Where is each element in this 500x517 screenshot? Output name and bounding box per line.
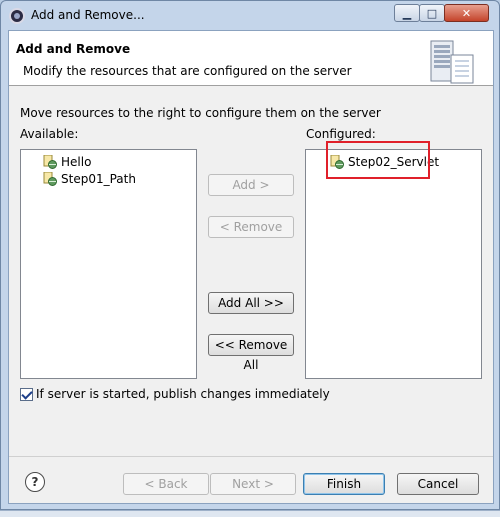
- web-module-icon: [43, 154, 57, 169]
- list-item[interactable]: Step01_Path: [43, 170, 136, 187]
- dialog-client-area: Add and Remove Modify the resources that…: [8, 30, 494, 504]
- annotation-highlight-box: [326, 141, 430, 179]
- available-item-label: Step01_Path: [61, 171, 136, 186]
- finish-button[interactable]: Finish: [303, 473, 385, 495]
- configured-list[interactable]: Step02_Servlet: [305, 149, 482, 379]
- minimize-button[interactable]: ▁: [394, 4, 420, 22]
- instruction-text: Move resources to the right to configure…: [20, 106, 381, 120]
- footer-separator: [9, 456, 493, 457]
- publish-checkbox-label: If server is started, publish changes im…: [36, 387, 330, 401]
- web-module-icon: [43, 171, 57, 186]
- minimize-icon: ▁: [402, 6, 412, 20]
- available-list[interactable]: Hello Step01_Path: [20, 149, 197, 379]
- list-item[interactable]: Hello: [43, 153, 91, 170]
- configured-label: Configured:: [306, 127, 376, 141]
- close-icon: ✕: [461, 6, 472, 20]
- window-title: Add and Remove...: [31, 8, 145, 22]
- server-wizard-icon: [430, 40, 474, 84]
- background-workbench-strip: [0, 510, 500, 517]
- maximize-button[interactable]: □: [419, 4, 445, 22]
- publish-checkbox[interactable]: [20, 387, 33, 401]
- remove-all-button[interactable]: << Remove All: [208, 334, 294, 372]
- close-button[interactable]: ✕: [444, 4, 489, 22]
- add-all-button[interactable]: Add All >>: [208, 292, 294, 314]
- help-button[interactable]: ?: [25, 472, 45, 492]
- maximize-icon: □: [426, 6, 438, 20]
- publish-checkbox-row[interactable]: If server is started, publish changes im…: [20, 387, 330, 401]
- available-label: Available:: [20, 127, 79, 141]
- back-button[interactable]: < Back: [123, 473, 209, 495]
- next-button[interactable]: Next >: [210, 473, 296, 495]
- title-bar[interactable]: Add and Remove... ▁ □ ✕: [1, 1, 499, 30]
- dialog-window: Add and Remove... ▁ □ ✕ Add and Remove M…: [0, 0, 500, 510]
- banner-description: Modify the resources that are configured…: [23, 64, 352, 78]
- cancel-button[interactable]: Cancel: [397, 473, 479, 495]
- wizard-banner: Add and Remove Modify the resources that…: [9, 31, 493, 86]
- eclipse-icon: [9, 8, 25, 24]
- add-button[interactable]: Add >: [208, 174, 294, 196]
- available-item-label: Hello: [61, 154, 92, 169]
- remove-button[interactable]: < Remove: [208, 216, 294, 238]
- banner-title: Add and Remove: [16, 42, 131, 56]
